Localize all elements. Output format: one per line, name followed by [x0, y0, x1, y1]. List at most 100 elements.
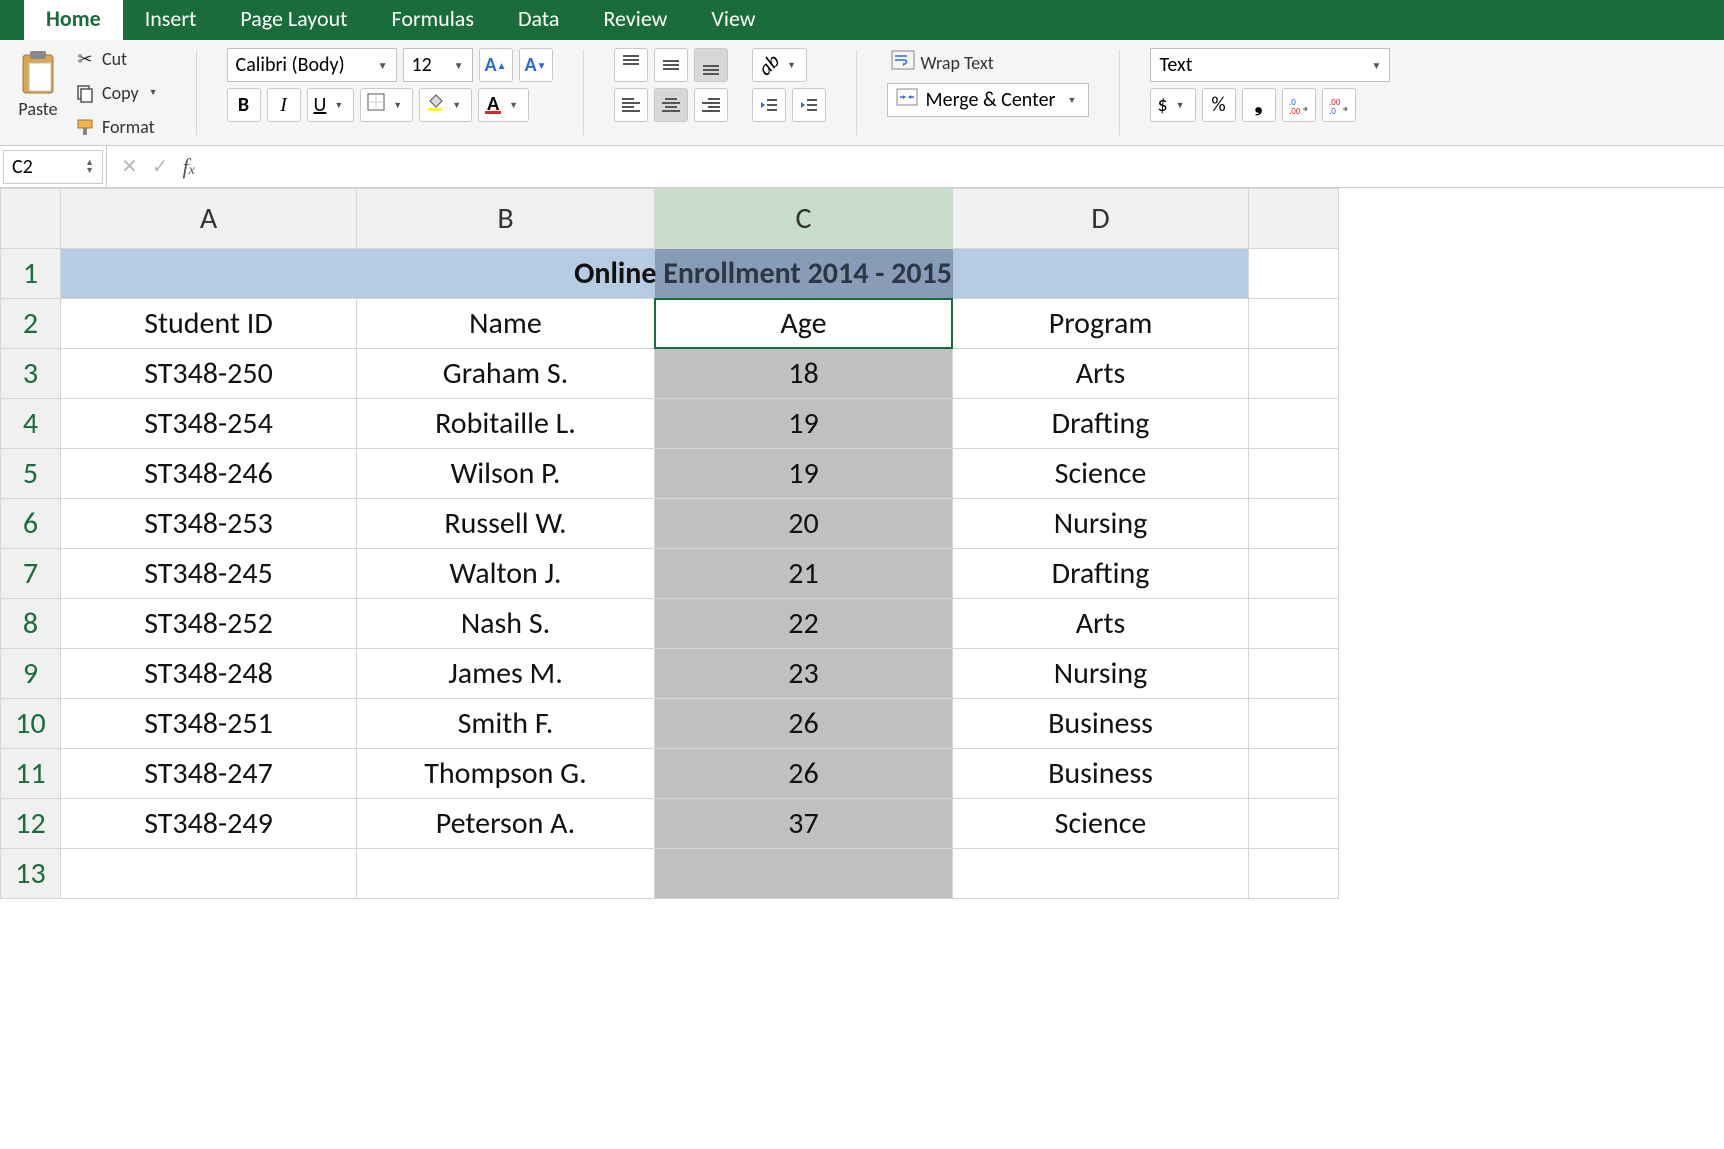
spinner-icon[interactable]: ▲▼	[85, 159, 94, 175]
cell[interactable]	[1249, 549, 1339, 599]
increase-font-button[interactable]: A▲	[479, 48, 513, 82]
column-header-a[interactable]: A	[61, 189, 357, 249]
fill-color-button[interactable]: ▼	[419, 88, 472, 122]
paste-button[interactable]: Paste	[18, 48, 58, 137]
decrease-decimal-button[interactable]: .00.0	[1322, 88, 1356, 122]
cell[interactable]: 37	[655, 799, 953, 849]
cell[interactable]: ST348-249	[61, 799, 357, 849]
cell[interactable]	[1249, 399, 1339, 449]
comma-button[interactable]: ❟	[1242, 88, 1276, 122]
cell[interactable]: Nash S.	[357, 599, 655, 649]
cell[interactable]: ST348-252	[61, 599, 357, 649]
row-header-9[interactable]: 9	[1, 649, 61, 699]
cell[interactable]: 21	[655, 549, 953, 599]
decrease-indent-button[interactable]	[752, 88, 786, 122]
row-header-12[interactable]: 12	[1, 799, 61, 849]
align-bottom-button[interactable]	[694, 48, 728, 82]
row-header-13[interactable]: 13	[1, 849, 61, 899]
cell[interactable]: Business	[953, 749, 1249, 799]
title-cell[interactable]: Online Enrollment 2014 - 2015	[61, 249, 1249, 299]
align-left-button[interactable]	[614, 88, 648, 122]
format-painter-button[interactable]: Format	[70, 114, 166, 140]
tab-review[interactable]: Review	[581, 0, 689, 40]
tab-formulas[interactable]: Formulas	[370, 0, 496, 40]
formula-input[interactable]	[209, 150, 1724, 184]
cell[interactable]	[1249, 349, 1339, 399]
row-header-4[interactable]: 4	[1, 399, 61, 449]
cell[interactable]: ST348-246	[61, 449, 357, 499]
cell[interactable]: ST348-248	[61, 649, 357, 699]
cell[interactable]	[1249, 749, 1339, 799]
cell[interactable]: Thompson G.	[357, 749, 655, 799]
row-header-10[interactable]: 10	[1, 699, 61, 749]
cell-d2[interactable]: Program	[953, 299, 1249, 349]
cell[interactable]: Nursing	[953, 649, 1249, 699]
cell[interactable]: Peterson A.	[357, 799, 655, 849]
cell[interactable]: ST348-250	[61, 349, 357, 399]
cell[interactable]	[1249, 649, 1339, 699]
row-header-6[interactable]: 6	[1, 499, 61, 549]
cell[interactable]	[1249, 849, 1339, 899]
increase-indent-button[interactable]	[792, 88, 826, 122]
cell[interactable]	[1249, 299, 1339, 349]
cell[interactable]: Russell W.	[357, 499, 655, 549]
cell[interactable]	[655, 849, 953, 899]
italic-button[interactable]: I	[267, 88, 301, 122]
row-header-1[interactable]: 1	[1, 249, 61, 299]
cell[interactable]: Nursing	[953, 499, 1249, 549]
orientation-button[interactable]: ab ▼	[752, 48, 808, 82]
cell-a2[interactable]: Student ID	[61, 299, 357, 349]
cell[interactable]: ST348-254	[61, 399, 357, 449]
cell[interactable]: Wilson P.	[357, 449, 655, 499]
cell[interactable]: 26	[655, 749, 953, 799]
tab-page-layout[interactable]: Page Layout	[218, 0, 369, 40]
cell[interactable]: 19	[655, 399, 953, 449]
currency-button[interactable]: $▼	[1150, 88, 1195, 122]
cancel-icon[interactable]: ✕	[121, 154, 138, 179]
column-header-d[interactable]: D	[953, 189, 1249, 249]
cell[interactable]: Arts	[953, 349, 1249, 399]
column-header-e[interactable]	[1249, 189, 1339, 249]
cell[interactable]: Drafting	[953, 399, 1249, 449]
align-right-button[interactable]	[694, 88, 728, 122]
cell[interactable]	[357, 849, 655, 899]
merge-center-button[interactable]: Merge & Center ▼	[887, 83, 1090, 117]
confirm-icon[interactable]: ✓	[152, 154, 169, 179]
cell[interactable]	[1249, 449, 1339, 499]
tab-data[interactable]: Data	[496, 0, 582, 40]
cell[interactable]	[953, 849, 1249, 899]
cell[interactable]: Graham S.	[357, 349, 655, 399]
cell[interactable]: Science	[953, 799, 1249, 849]
cell[interactable]: Business	[953, 699, 1249, 749]
cell[interactable]	[1249, 799, 1339, 849]
cell[interactable]: 18	[655, 349, 953, 399]
cell[interactable]: James M.	[357, 649, 655, 699]
increase-decimal-button[interactable]: .0.00	[1282, 88, 1316, 122]
underline-button[interactable]: U▼	[307, 88, 355, 122]
cell-c2[interactable]: Age	[655, 299, 953, 349]
wrap-text-button[interactable]: Wrap Text	[887, 48, 998, 77]
cell[interactable]: ST348-247	[61, 749, 357, 799]
percent-button[interactable]: %	[1202, 88, 1236, 122]
cell[interactable]: Smith F.	[357, 699, 655, 749]
cell[interactable]: Science	[953, 449, 1249, 499]
row-header-7[interactable]: 7	[1, 549, 61, 599]
decrease-font-button[interactable]: A▼	[519, 48, 553, 82]
column-header-b[interactable]: B	[357, 189, 655, 249]
row-header-5[interactable]: 5	[1, 449, 61, 499]
tab-insert[interactable]: Insert	[123, 0, 219, 40]
row-header-2[interactable]: 2	[1, 299, 61, 349]
cell[interactable]: Arts	[953, 599, 1249, 649]
align-top-button[interactable]	[614, 48, 648, 82]
row-header-3[interactable]: 3	[1, 349, 61, 399]
column-header-c[interactable]: C	[655, 189, 953, 249]
cell[interactable]: Walton J.	[357, 549, 655, 599]
cell[interactable]	[1249, 499, 1339, 549]
cut-button[interactable]: ✂ Cut	[70, 46, 166, 72]
font-color-button[interactable]: A ▼	[478, 88, 529, 122]
cell[interactable]	[61, 849, 357, 899]
cell[interactable]: 22	[655, 599, 953, 649]
spreadsheet-grid[interactable]: A B C D 1 Online Enrollment 2014 - 2015 …	[0, 188, 1724, 899]
cell-b2[interactable]: Name	[357, 299, 655, 349]
row-header-11[interactable]: 11	[1, 749, 61, 799]
